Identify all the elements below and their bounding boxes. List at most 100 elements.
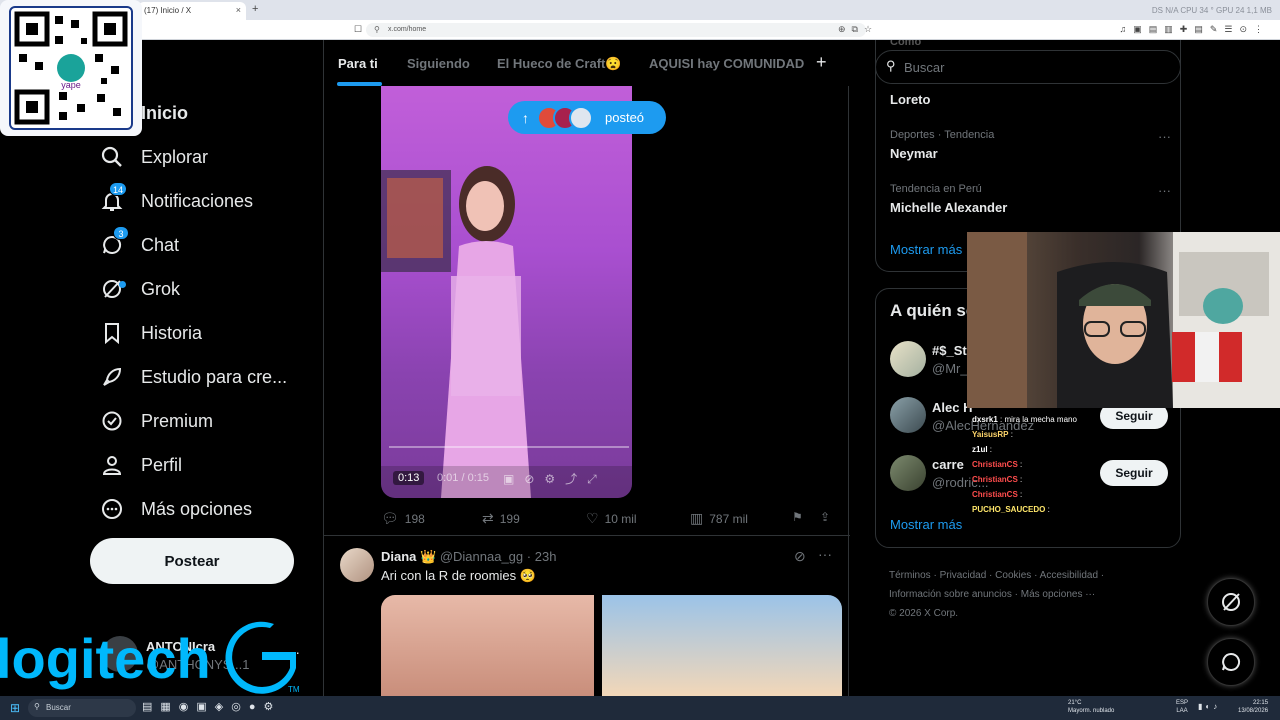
chat-msg: mira la mecha mano [1004, 415, 1077, 424]
trend-name-2[interactable]: Neymar [890, 146, 938, 161]
bell-icon: 14 [100, 182, 128, 213]
follow-name-3[interactable]: carre [932, 457, 964, 472]
video-frame [381, 166, 632, 498]
chat-line: PUCHO_SAUCEDO : [972, 505, 1050, 514]
reply-count: 198 [404, 511, 425, 526]
posted-label: posteó [605, 110, 645, 125]
tweet2-image-2[interactable] [602, 595, 842, 696]
url-field[interactable]: ⚲ x.com/home [366, 23, 866, 37]
video-duration: 0:13 [393, 471, 425, 485]
extension-icons[interactable]: ♫▣▤▥✚▤✎☰⊙⋮ [1120, 24, 1270, 35]
bookmark-page-icon[interactable]: ☐ [354, 24, 362, 35]
follow-name-1[interactable]: #$_St [932, 343, 967, 358]
trend-more-icon[interactable]: ··· [1158, 183, 1171, 198]
logitech-logo: logitech TM [0, 621, 300, 694]
url-text: x.com/home [388, 26, 427, 33]
footer-terms[interactable]: Términos [889, 570, 931, 581]
bookmark-icon [100, 321, 124, 345]
browser-tab[interactable]: (17) Inicio / X × [138, 2, 246, 20]
footer-accessibility[interactable]: Accesibilidad [1040, 570, 1098, 581]
windows-start-icon[interactable]: ⊞ [10, 701, 20, 715]
trend-category-2: Deportes · Tendencia [890, 129, 995, 141]
follow-show-more[interactable]: Mostrar más [890, 517, 962, 532]
share-icon[interactable]: ⇪ [820, 510, 830, 524]
tweet-divider [324, 535, 850, 536]
chat-line: z1ul : [972, 445, 993, 454]
main-feed: Para ti Siguiendo El Hueco de Craft😧 AQU… [323, 40, 850, 696]
new-posts-pill[interactable]: ↑ posteó [508, 101, 666, 134]
footer-ads-info[interactable]: Información sobre anuncios [889, 589, 1012, 600]
grok-fab-icon[interactable] [1207, 578, 1255, 626]
yape-qr-overlay: yape [0, 0, 142, 136]
nav-bookmarks[interactable]: Historia [100, 315, 202, 351]
tweet2-text: Ari con la R de roomies 🥺 [381, 568, 536, 583]
taskbar-search[interactable]: ⚲ Buscar [28, 699, 136, 717]
chat-badge: 3 [113, 226, 129, 240]
tweet2-header: Diana 👑 @Diannaa_gg · 23h [381, 549, 557, 564]
footer-cookies[interactable]: Cookies [995, 570, 1031, 581]
streamer-webcam [967, 232, 1280, 408]
post-button[interactable]: Postear [90, 538, 294, 584]
tab-for-you[interactable]: Para ti [338, 56, 378, 71]
posted-avatars [537, 105, 593, 130]
like-action[interactable]: ♡ 10 mil [586, 510, 637, 527]
views-action[interactable]: ▥ 787 mil [690, 510, 748, 527]
tweet2-image-1[interactable] [381, 595, 594, 696]
taskbar-weather[interactable]: 21°C Mayorm. nublado [1068, 699, 1114, 715]
messages-fab-icon[interactable] [1207, 638, 1255, 686]
nav-notifications[interactable]: 14 Notificaciones [100, 182, 253, 219]
active-tab-indicator [337, 82, 382, 86]
nav-explore[interactable]: Explorar [100, 139, 208, 175]
taskbar-app-icons[interactable]: ▤▦◉▣◈◎●⚙ [142, 700, 281, 713]
tab-aquisi-comunidad[interactable]: AQUISI hay COMUNIDAD [649, 56, 804, 71]
follow-avatar-1[interactable] [890, 341, 926, 377]
chat-line: ChristianCS : [972, 490, 1023, 499]
windows-taskbar: ⊞ ⚲ Buscar ▤▦◉▣◈◎●⚙ 21°C Mayorm. nublado… [0, 696, 1280, 720]
taskbar-language[interactable]: ESP LAA [1176, 699, 1188, 715]
grok-tweet-icon[interactable]: ⊘ [794, 548, 806, 565]
tab-following[interactable]: Siguiendo [407, 56, 470, 71]
trend-name-3[interactable]: Michelle Alexander [890, 200, 1007, 215]
footer-more[interactable]: Más opciones ··· [1021, 589, 1095, 600]
nav-premium[interactable]: Premium [100, 403, 213, 439]
tweet-more-icon[interactable]: ··· [818, 546, 832, 562]
add-tab-icon[interactable]: + [816, 52, 827, 73]
nav-grok[interactable]: Grok [100, 271, 180, 307]
posted-avatar-3 [569, 105, 593, 130]
system-tray-icons[interactable]: ▮◐♪ [1198, 702, 1220, 711]
chat-line: ChristianCS : [972, 460, 1023, 469]
feed-tabs: Para ti Siguiendo El Hueco de Craft😧 AQU… [324, 40, 850, 86]
tweet2-handle[interactable]: @Diannaa_gg [440, 549, 523, 564]
tab-hueco-craft[interactable]: El Hueco de Craft😧 [497, 56, 622, 72]
nav-home-label: Inicio [141, 102, 189, 123]
video-player[interactable]: 0:13 0:01 / 0:15 ▣⊘⚙⤴⤢ [381, 86, 632, 498]
tweet2-time[interactable]: 23h [535, 549, 557, 564]
reply-action[interactable]: 💬︎ 198 [381, 510, 425, 527]
video-progress-track[interactable] [389, 446, 629, 448]
bookmark-action-icon[interactable]: ⚑ [792, 510, 803, 524]
address-tools-icons[interactable]: ⊕⧉☆ [838, 24, 878, 35]
search-placeholder: Buscar [904, 60, 945, 75]
chat-user: ChristianCS [972, 490, 1018, 499]
heart-icon: ♡ [586, 510, 599, 526]
follow-avatar-2[interactable] [890, 397, 926, 433]
trend-more-icon[interactable]: ··· [1158, 129, 1171, 144]
nav-profile[interactable]: Perfil [100, 447, 182, 483]
trends-show-more[interactable]: Mostrar más [890, 242, 962, 257]
repost-action[interactable]: ⇄ 199 [482, 510, 520, 527]
nav-creator-studio[interactable]: Estudio para cre... [100, 359, 287, 395]
new-tab-button[interactable]: + [252, 3, 258, 15]
tweet2-name[interactable]: Diana 👑 [381, 549, 436, 564]
trend-name-1[interactable]: Loreto [890, 92, 930, 107]
tweet2-avatar[interactable] [340, 548, 374, 582]
video-controls-icons[interactable]: ▣⊘⚙⤴⤢ [503, 470, 607, 487]
tab-close-icon[interactable]: × [236, 5, 241, 15]
nav-chat[interactable]: 3 Chat [100, 226, 179, 263]
nav-more[interactable]: Más opciones [100, 491, 252, 527]
taskbar-clock[interactable]: 22:15 13/08/2026 [1238, 699, 1268, 715]
search-input[interactable]: ⚲ Buscar [875, 50, 1181, 84]
follow-avatar-3[interactable] [890, 455, 926, 491]
site-info-icon[interactable]: ⚲ [374, 25, 380, 34]
system-stats-overlay: DS N/A CPU 34 ° GPU 24 1,1 MB [1151, 6, 1272, 15]
footer-privacy[interactable]: Privacidad [940, 570, 987, 581]
